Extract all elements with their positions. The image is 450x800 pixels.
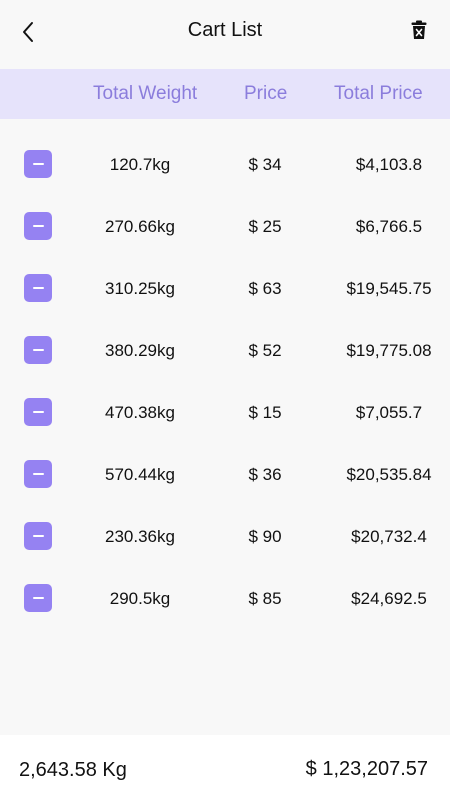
cart-item-row: 310.25kg $ 63 $19,545.75 [0, 257, 450, 319]
page-title: Cart List [187, 19, 263, 41]
cart-item-row: 120.7kg $ 34 $4,103.8 [0, 133, 450, 195]
item-total-price: $24,692.5 [351, 589, 427, 608]
minus-icon [32, 473, 44, 475]
item-weight: 230.36kg [105, 527, 175, 546]
item-price: $ 15 [248, 403, 282, 422]
grand-total-summary: $ 1,23,207.57 [305, 758, 428, 780]
cart-item-row: 470.38kg $ 15 $7,055.7 [0, 381, 450, 443]
minus-icon [32, 163, 44, 165]
remove-item-button[interactable] [24, 150, 52, 178]
remove-item-button[interactable] [24, 336, 52, 364]
item-total-price: $7,055.7 [355, 403, 423, 422]
item-total-price: $4,103.8 [355, 155, 423, 174]
item-price: $ 90 [248, 527, 282, 546]
item-weight: 120.7kg [109, 155, 171, 174]
minus-icon [32, 597, 44, 599]
table-header: Total Weight Price Total Price [0, 69, 450, 119]
delete-cart-button[interactable] [408, 18, 430, 42]
minus-icon [32, 535, 44, 537]
top-bar: Cart List [0, 0, 450, 68]
item-total-price: $19,775.08 [346, 341, 432, 360]
item-weight: 570.44kg [105, 465, 175, 484]
cart-summary-footer: 2,643.58 Kg $ 1,23,207.57 [0, 735, 450, 800]
item-price: $ 36 [248, 465, 282, 484]
minus-icon [32, 287, 44, 289]
item-weight: 270.66kg [105, 217, 175, 236]
remove-item-button[interactable] [24, 212, 52, 240]
minus-icon [32, 349, 44, 351]
item-price: $ 52 [248, 341, 282, 360]
remove-item-button[interactable] [24, 460, 52, 488]
item-price: $ 34 [248, 155, 282, 174]
cart-item-row: 380.29kg $ 52 $19,775.08 [0, 319, 450, 381]
item-total-price: $20,535.84 [346, 465, 432, 484]
remove-item-button[interactable] [24, 584, 52, 612]
item-weight: 310.25kg [105, 279, 175, 298]
trash-icon [411, 20, 427, 39]
item-price: $ 63 [248, 279, 282, 298]
item-total-price: $6,766.5 [355, 217, 423, 236]
cart-item-row: 230.36kg $ 90 $20,732.4 [0, 505, 450, 567]
item-price: $ 85 [248, 589, 282, 608]
minus-icon [32, 225, 44, 227]
remove-item-button[interactable] [24, 274, 52, 302]
item-total-price: $19,545.75 [346, 279, 432, 298]
item-weight: 380.29kg [105, 341, 175, 360]
remove-item-button[interactable] [24, 398, 52, 426]
cart-item-row: 570.44kg $ 36 $20,535.84 [0, 443, 450, 505]
remove-item-button[interactable] [24, 522, 52, 550]
minus-icon [32, 411, 44, 413]
item-total-price: $20,732.4 [351, 527, 427, 546]
cart-list-screen: Cart List Total Weight Price Total Price… [0, 0, 450, 800]
item-price: $ 25 [248, 217, 282, 236]
column-header-price: Price [244, 83, 288, 104]
total-weight-summary: 2,643.58 Kg [19, 759, 127, 781]
cart-item-row: 290.5kg $ 85 $24,692.5 [0, 567, 450, 629]
cart-item-list: 120.7kg $ 34 $4,103.8 270.66kg $ 25 $6,766.5 3… [0, 133, 450, 629]
column-header-total-price: Total Price [334, 83, 423, 104]
item-weight: 290.5kg [109, 589, 171, 608]
cart-item-row: 270.66kg $ 25 $6,766.5 [0, 195, 450, 257]
column-header-total-weight: Total Weight [93, 83, 198, 104]
item-weight: 470.38kg [105, 403, 175, 422]
